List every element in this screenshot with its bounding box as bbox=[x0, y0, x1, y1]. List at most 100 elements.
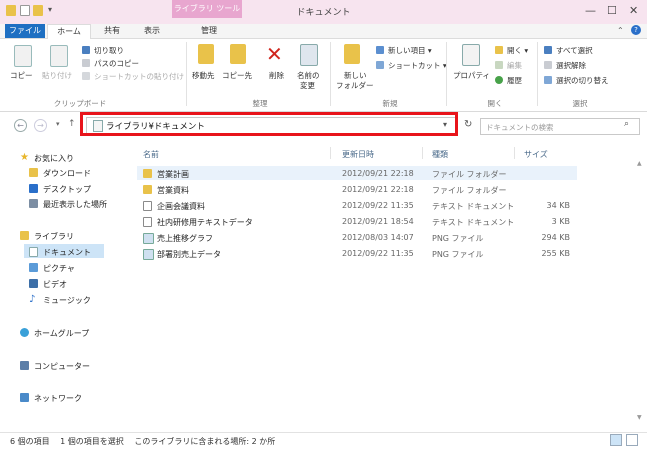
maximize-button[interactable]: ☐ bbox=[607, 4, 617, 17]
delete-button[interactable]: 削除 bbox=[269, 70, 284, 81]
folder-icon bbox=[143, 169, 152, 178]
documents-icon bbox=[29, 247, 38, 257]
folder-icon bbox=[143, 185, 152, 194]
nav-network[interactable]: ネットワーク bbox=[34, 393, 82, 404]
delete-icon[interactable]: ✕ bbox=[266, 42, 283, 66]
forward-icon[interactable]: → bbox=[34, 119, 47, 132]
file-type: テキスト ドキュメント bbox=[432, 202, 515, 211]
file-name[interactable]: 企画会議資料 bbox=[157, 201, 205, 212]
column-name[interactable]: 名前 bbox=[143, 149, 159, 160]
shortcut-icon[interactable] bbox=[376, 61, 384, 69]
file-size: 255 KB bbox=[541, 249, 570, 258]
image-file-icon bbox=[143, 249, 154, 260]
file-date: 2012/09/22 11:35 bbox=[342, 201, 414, 210]
open-button[interactable]: 開く ▾ bbox=[507, 45, 528, 56]
details-view-button[interactable] bbox=[610, 434, 622, 446]
select-group-label: 選択 bbox=[572, 99, 588, 108]
shortcut-button[interactable]: ショートカット ▾ bbox=[388, 60, 447, 71]
copy-to-icon[interactable] bbox=[230, 44, 246, 64]
nav-homegroup[interactable]: ホームグループ bbox=[34, 328, 89, 339]
rename-button-line2[interactable]: 変更 bbox=[300, 80, 315, 91]
up-icon[interactable]: ↑ bbox=[68, 119, 76, 129]
refresh-icon[interactable]: ↻ bbox=[464, 119, 472, 130]
select-all-button[interactable]: すべて選択 bbox=[556, 45, 593, 56]
homegroup-icon bbox=[20, 328, 29, 337]
select-none-icon[interactable] bbox=[544, 61, 552, 69]
paste-shortcut-icon[interactable] bbox=[82, 72, 90, 80]
new-item-icon[interactable] bbox=[376, 46, 384, 54]
cut-icon[interactable] bbox=[82, 46, 90, 54]
tab-file[interactable]: ファイル bbox=[5, 24, 45, 38]
properties-button[interactable]: プロパティ bbox=[453, 70, 490, 81]
open-icon[interactable] bbox=[495, 46, 503, 54]
nav-computer[interactable]: コンピューター bbox=[34, 361, 90, 372]
rename-icon[interactable] bbox=[300, 44, 318, 66]
file-type: PNG ファイル bbox=[432, 234, 484, 243]
select-all-icon[interactable] bbox=[544, 46, 552, 54]
move-to-icon[interactable] bbox=[198, 44, 214, 64]
column-size[interactable]: サイズ bbox=[524, 149, 548, 160]
large-icons-view-button[interactable] bbox=[626, 434, 638, 446]
new-folder-icon[interactable] bbox=[344, 44, 360, 64]
nav-videos[interactable]: ビデオ bbox=[43, 279, 67, 290]
paste-shortcut-button[interactable]: ショートカットの貼り付け bbox=[94, 71, 184, 82]
recent-locations-icon[interactable]: ▾ bbox=[56, 120, 60, 128]
cut-button[interactable]: 切り取り bbox=[94, 45, 124, 56]
file-name[interactable]: 社内研修用テキストデータ bbox=[157, 217, 253, 228]
move-to-button[interactable]: 移動先 bbox=[192, 70, 215, 81]
star-icon: ★ bbox=[20, 152, 29, 163]
tab-home[interactable]: ホーム bbox=[47, 24, 91, 39]
column-date[interactable]: 更新日時 bbox=[342, 149, 374, 160]
file-date: 2012/09/21 22:18 bbox=[342, 169, 414, 178]
scroll-up-icon[interactable]: ▲ bbox=[637, 160, 642, 167]
nav-music[interactable]: ミュージック bbox=[43, 295, 91, 306]
invert-selection-button[interactable]: 選択の切り替え bbox=[556, 75, 609, 86]
copy-icon[interactable] bbox=[14, 45, 32, 67]
file-name[interactable]: 売上推移グラフ bbox=[157, 233, 213, 244]
ribbon-collapse-icon[interactable]: ⌃ bbox=[617, 26, 624, 35]
nav-documents[interactable]: ドキュメント bbox=[43, 247, 91, 258]
paste-icon[interactable] bbox=[50, 45, 68, 67]
vertical-scrollbar[interactable]: ▲ ▼ bbox=[637, 160, 645, 430]
nav-pictures[interactable]: ピクチャ bbox=[43, 263, 75, 274]
copy-path-icon[interactable] bbox=[82, 59, 90, 67]
file-name[interactable]: 営業資料 bbox=[157, 185, 189, 196]
copy-button[interactable]: コピー bbox=[10, 70, 33, 81]
column-type[interactable]: 種類 bbox=[432, 149, 448, 160]
nav-recent[interactable]: 最近表示した場所 bbox=[43, 199, 107, 210]
select-none-button[interactable]: 選択解除 bbox=[556, 60, 586, 71]
column-divider bbox=[514, 147, 515, 159]
invert-selection-icon[interactable] bbox=[544, 76, 552, 84]
new-item-button[interactable]: 新しい項目 ▾ bbox=[388, 45, 432, 56]
back-icon[interactable]: ← bbox=[14, 119, 27, 132]
file-name[interactable]: 営業計画 bbox=[157, 169, 189, 180]
pictures-icon bbox=[29, 263, 38, 272]
copy-path-button[interactable]: パスのコピー bbox=[94, 58, 139, 69]
properties-icon[interactable] bbox=[462, 44, 480, 66]
history-icon[interactable] bbox=[495, 76, 503, 84]
edit-button[interactable]: 編集 bbox=[507, 60, 522, 71]
open-group-label: 開く bbox=[487, 99, 503, 108]
nav-favorites[interactable]: お気に入り bbox=[34, 153, 74, 164]
tab-manage[interactable]: 管理 bbox=[187, 24, 231, 38]
nav-libraries[interactable]: ライブラリ bbox=[34, 231, 74, 242]
file-date: 2012/08/03 14:07 bbox=[342, 233, 414, 242]
paste-button[interactable]: 貼り付け bbox=[42, 70, 72, 81]
file-date: 2012/09/21 18:54 bbox=[342, 217, 414, 226]
file-name[interactable]: 部署別売上データ bbox=[157, 249, 221, 260]
tab-share[interactable]: 共有 bbox=[95, 24, 129, 38]
search-icon[interactable]: ⌕ bbox=[624, 119, 629, 129]
nav-downloads[interactable]: ダウンロード bbox=[43, 168, 91, 179]
help-icon[interactable]: ? bbox=[631, 25, 641, 35]
edit-icon[interactable] bbox=[495, 61, 503, 69]
close-button[interactable]: ✕ bbox=[629, 4, 638, 17]
history-button[interactable]: 履歴 bbox=[507, 75, 522, 86]
new-folder-button-line2[interactable]: フォルダー bbox=[336, 80, 374, 91]
new-group-label: 新規 bbox=[382, 99, 398, 108]
nav-desktop[interactable]: デスクトップ bbox=[43, 184, 91, 195]
videos-icon bbox=[29, 279, 38, 288]
minimize-button[interactable]: — bbox=[585, 4, 596, 17]
scroll-down-icon[interactable]: ▼ bbox=[637, 414, 642, 421]
tab-view[interactable]: 表示 bbox=[135, 24, 169, 38]
copy-to-button[interactable]: コピー先 bbox=[222, 70, 252, 81]
